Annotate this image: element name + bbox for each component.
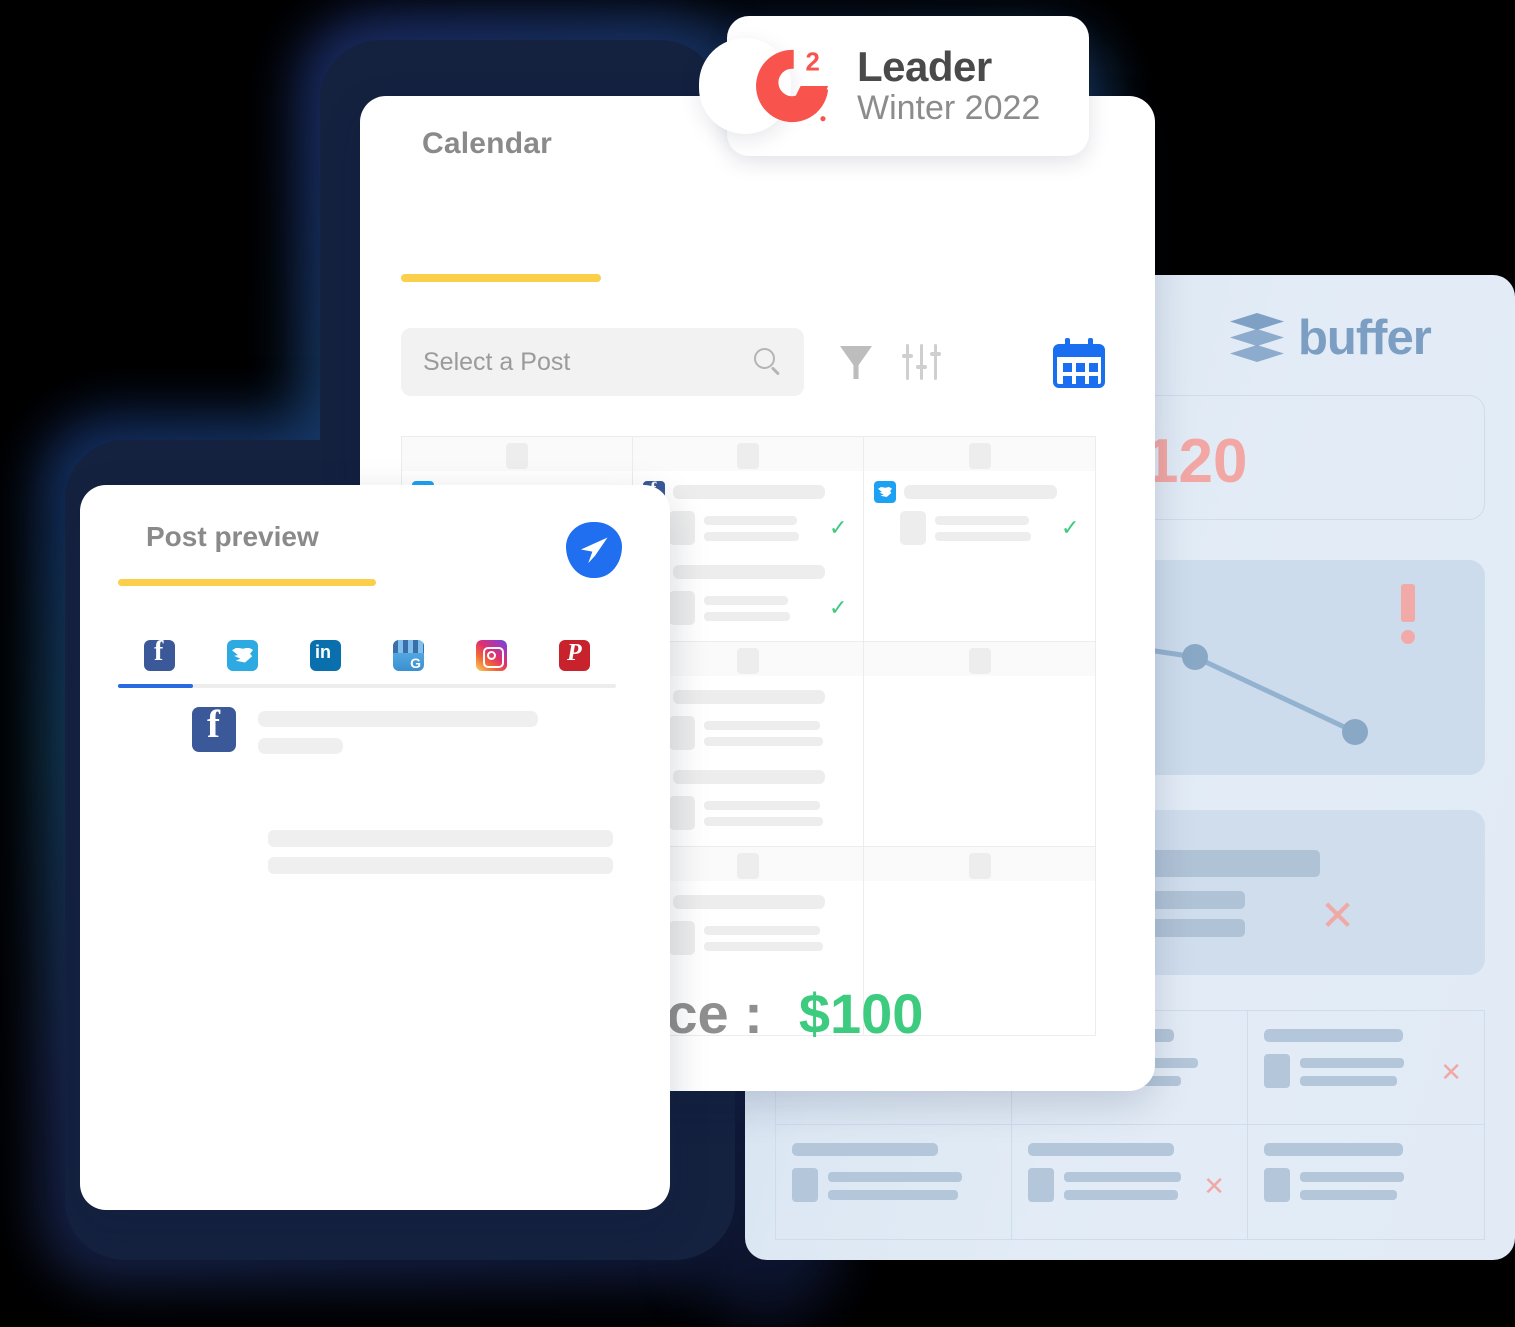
author-skeleton: [258, 707, 538, 754]
post-entry[interactable]: [643, 891, 853, 955]
check-icon: ✓: [1061, 515, 1080, 540]
buffer-layers-icon: [1230, 313, 1284, 363]
filter-funnel-icon[interactable]: [840, 346, 872, 379]
check-icon: ✓: [829, 595, 848, 620]
twitter-icon: [874, 481, 896, 503]
cell-date-placeholder: [633, 437, 863, 471]
page-title: Calendar: [422, 127, 552, 160]
badge-subtitle: Winter 2022: [857, 89, 1041, 128]
search-input-wrapper[interactable]: [401, 328, 804, 396]
tab-twitter[interactable]: [201, 639, 284, 671]
tab-indicator-track: [118, 684, 616, 688]
post-entry[interactable]: ✓: [643, 479, 853, 545]
screenshot-stage: buffer Price : $120: [0, 0, 1515, 1327]
title-underline: [401, 274, 601, 282]
cell-date-placeholder: [864, 437, 1095, 471]
calendar-cell[interactable]: [864, 642, 1095, 847]
facebook-icon: [144, 636, 175, 671]
buffer-brand-name: buffer: [1298, 311, 1432, 365]
post-author: [192, 702, 538, 754]
calendar-icon[interactable]: [1053, 338, 1105, 388]
tab-linkedin[interactable]: [284, 639, 367, 671]
g2-leader-badge: 2 Leader Winter 2022: [699, 16, 1089, 156]
twitter-icon: [227, 639, 258, 671]
cell-date-placeholder: [864, 847, 1095, 881]
search-input[interactable]: [423, 347, 754, 377]
post-preview-card: Post preview f in G P f: [80, 485, 670, 1210]
cell-date-placeholder: [864, 642, 1095, 676]
tab-facebook[interactable]: [118, 636, 201, 671]
badge-title: Leader: [857, 43, 992, 91]
cell-date-placeholder: [402, 437, 632, 471]
close-x-icon[interactable]: ✕: [1203, 1173, 1225, 1199]
post-entry[interactable]: [643, 686, 853, 750]
facebook-avatar-icon: [192, 702, 236, 752]
grid-cell[interactable]: ✕: [1012, 1125, 1248, 1239]
post-entry[interactable]: ✓: [874, 481, 1085, 545]
check-icon: ✓: [829, 515, 848, 540]
google-my-business-icon: [393, 639, 424, 671]
buffer-logo: buffer: [1230, 310, 1432, 366]
social-network-tabs: [118, 625, 616, 685]
linkedin-icon: [310, 639, 341, 671]
tab-pinterest[interactable]: [533, 639, 616, 671]
active-tab-indicator: [118, 684, 193, 688]
instagram-icon: [476, 639, 507, 671]
title-underline: [118, 579, 376, 586]
close-x-icon[interactable]: ✕: [1320, 895, 1355, 937]
sliders-icon[interactable]: [902, 344, 941, 380]
grid-cell[interactable]: [776, 1125, 1012, 1239]
grid-cell[interactable]: [1248, 1125, 1484, 1239]
pinterest-icon: [559, 639, 590, 671]
post-body-skeleton: [268, 830, 613, 874]
exclamation-icon: [1401, 584, 1415, 644]
post-entry[interactable]: [643, 766, 853, 830]
search-icon[interactable]: [754, 348, 782, 376]
price-value: $100: [798, 982, 924, 1045]
close-x-icon[interactable]: ✕: [1440, 1059, 1462, 1085]
calendar-cell[interactable]: ✓: [864, 437, 1095, 642]
page-title: Post preview: [146, 521, 319, 552]
svg-text:2: 2: [805, 49, 819, 77]
post-entry[interactable]: ✓: [643, 561, 853, 625]
tab-instagram[interactable]: [450, 639, 533, 671]
g2-logo-icon: 2: [756, 46, 829, 123]
send-paper-plane-icon[interactable]: [566, 522, 622, 578]
tab-google-my-business[interactable]: [367, 639, 450, 671]
grid-cell[interactable]: ✕: [1248, 1011, 1484, 1125]
